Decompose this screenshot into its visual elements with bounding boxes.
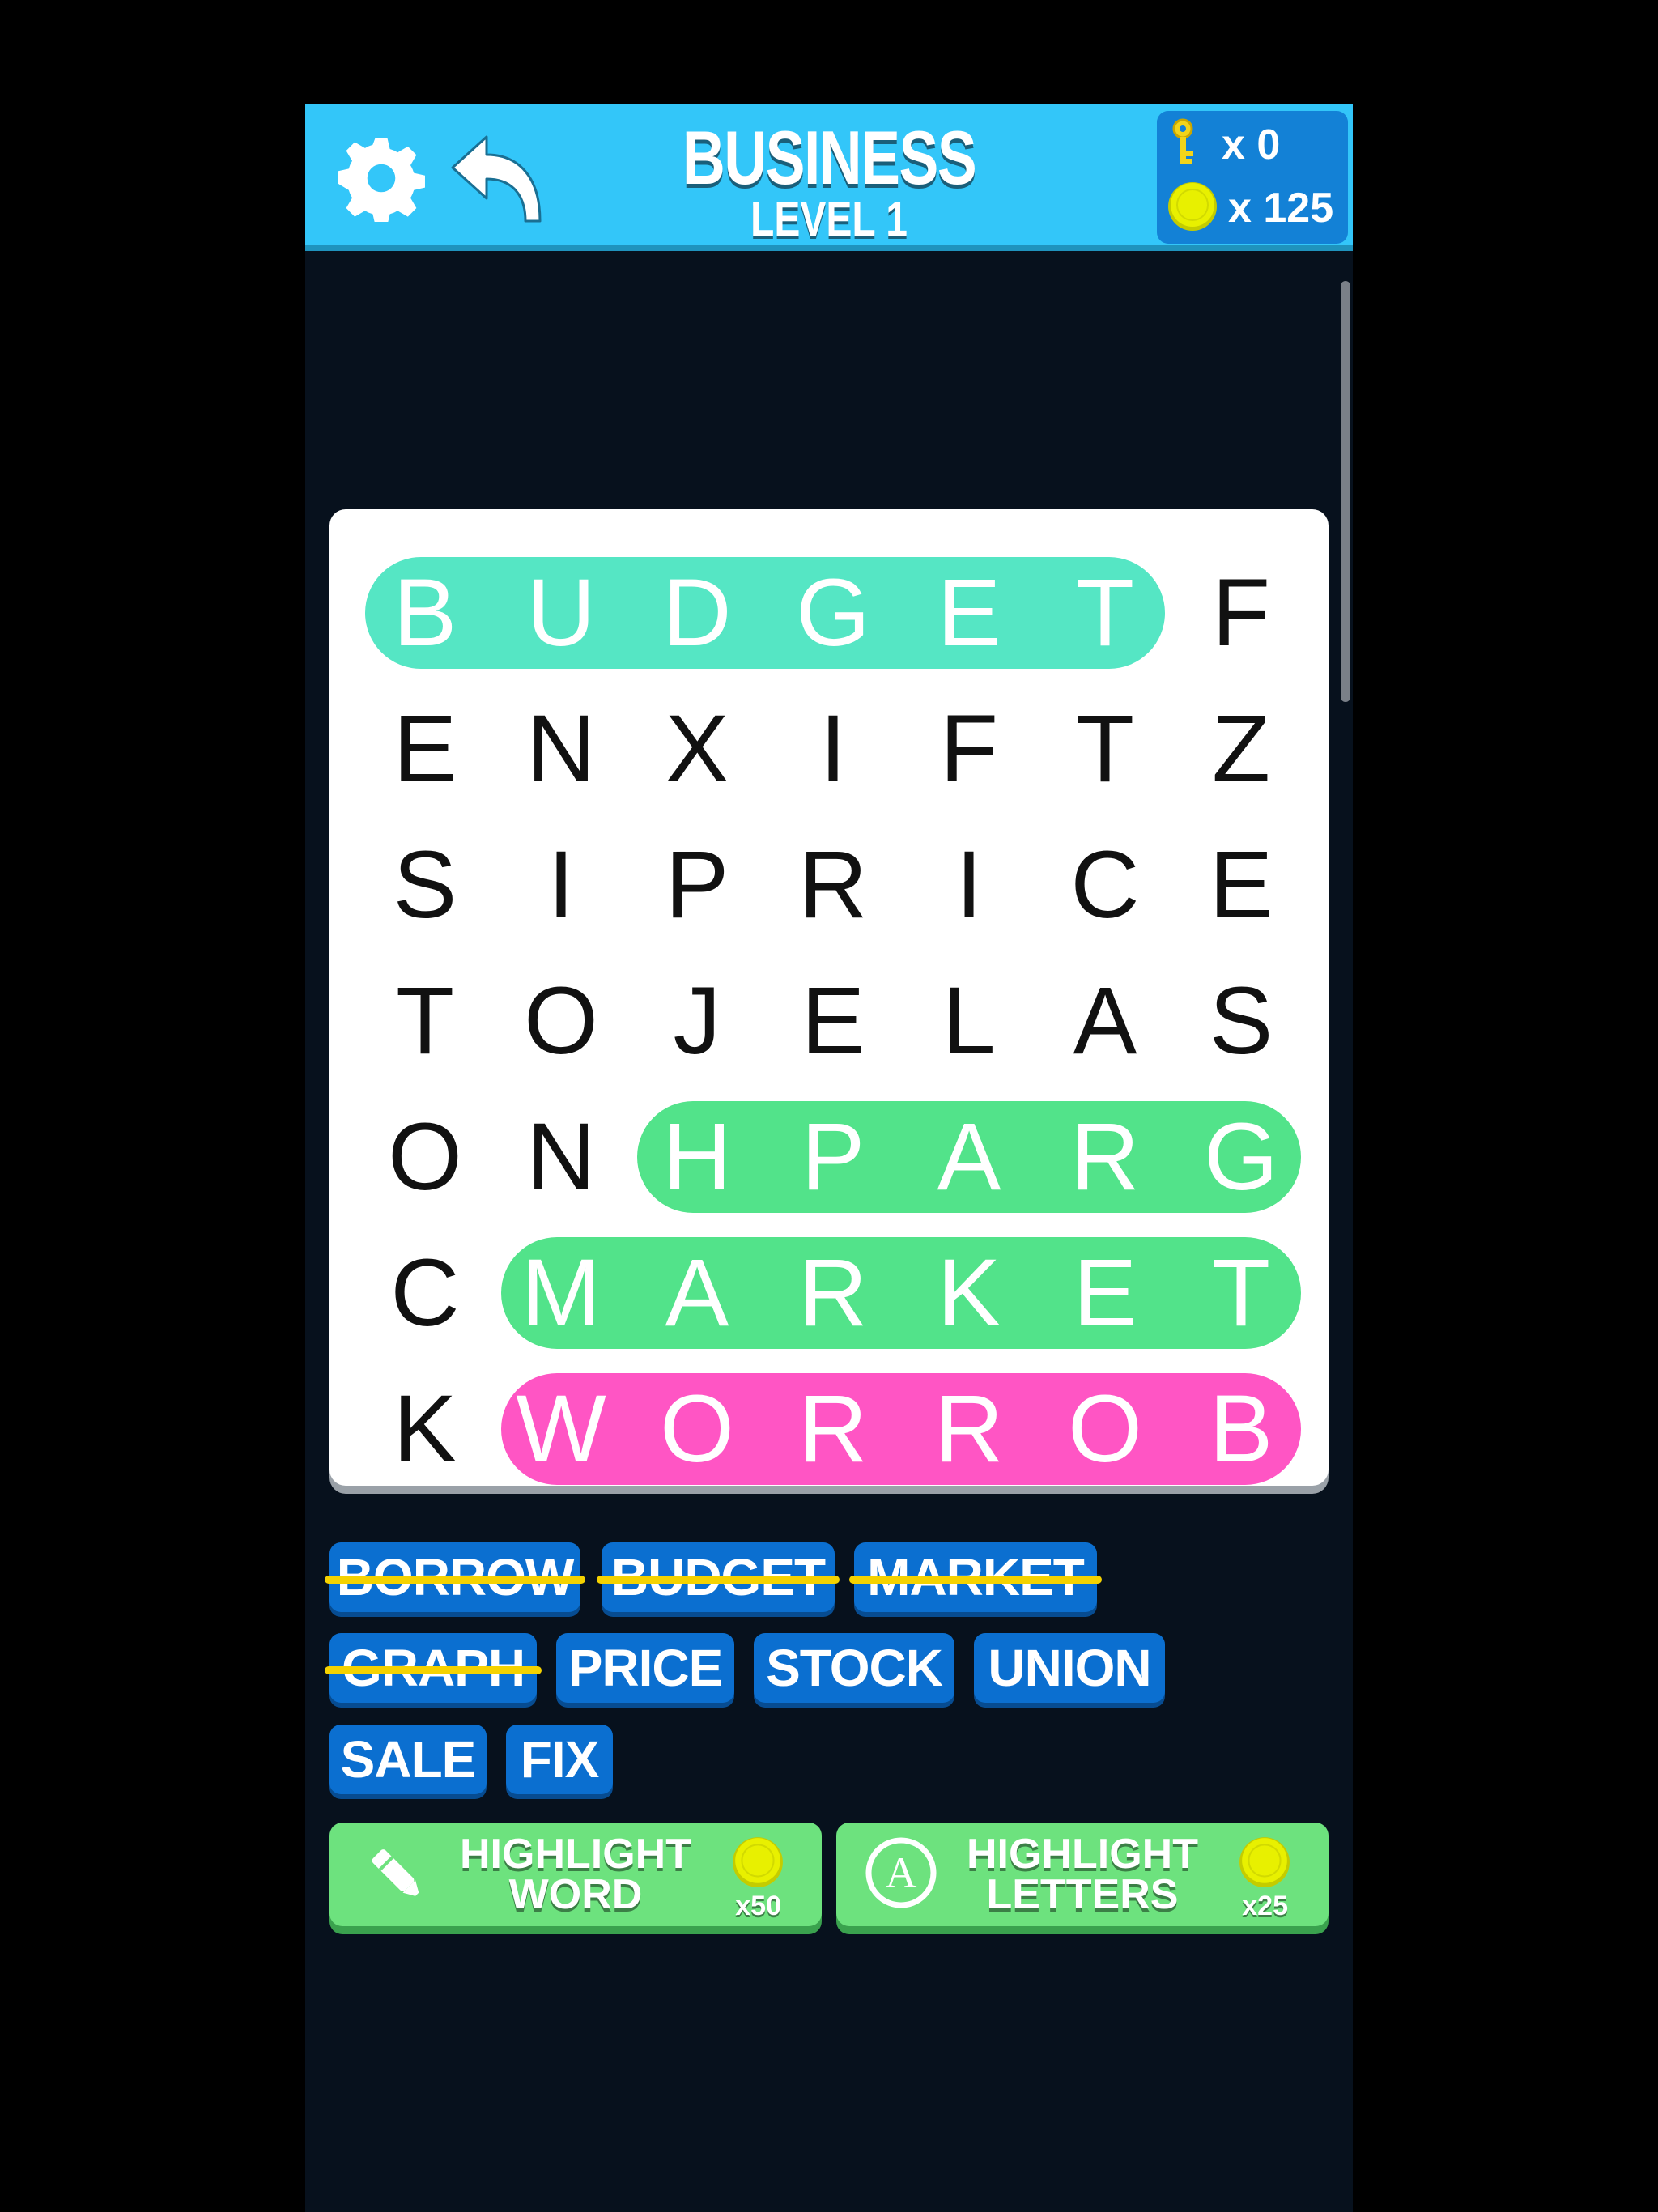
grid-letter[interactable]: W [493,1361,629,1497]
word-chip-label: PRICE [568,1639,724,1697]
top-bar: BUSINESS LEVEL 1 x 0 x 125 [305,104,1353,251]
level-label: LEVEL 1 [750,192,908,246]
grid-letter[interactable]: P [765,1089,901,1225]
key-icon [1167,117,1199,173]
grid-letter[interactable]: O [629,1361,765,1497]
grid-letter[interactable]: J [629,953,765,1089]
grid-letter[interactable]: S [357,817,493,953]
grid-letter[interactable]: H [629,1089,765,1225]
grid-letter[interactable]: X [629,681,765,817]
currency-panel: x 0 x 125 [1157,111,1348,244]
strikethrough-line [597,1576,840,1584]
grid-letter[interactable]: F [1173,545,1309,681]
grid-letter[interactable]: G [1173,1089,1309,1225]
word-chip: GRAPH [325,1633,542,1703]
grid-letter[interactable]: E [1173,817,1309,953]
coin-icon [731,1836,784,1893]
word-chip-label: FIX [520,1730,600,1789]
grid-letter[interactable]: U [493,545,629,681]
word-chip: SALE [329,1725,487,1794]
word-chip-label: UNION [988,1639,1151,1697]
game-screen: BUSINESS LEVEL 1 x 0 x 125 B U D G E T F… [305,104,1353,2212]
word-chip-label: SALE [340,1730,477,1789]
grid-letter[interactable]: Z [1173,681,1309,817]
grid-letter[interactable]: C [1037,817,1173,953]
grid-letter[interactable]: F [901,681,1037,817]
word-chip: BUDGET [597,1542,840,1612]
grid-letter[interactable]: G [765,545,901,681]
grid-letter[interactable]: B [1173,1361,1309,1497]
word-chip: MARKET [849,1542,1102,1612]
grid-letter[interactable]: I [493,817,629,953]
scrollbar[interactable] [1341,281,1350,702]
word-chip: PRICE [556,1633,734,1703]
grid-letter[interactable]: E [765,953,901,1089]
grid-letter[interactable]: A [1037,953,1173,1089]
category-title: BUSINESS [682,115,977,200]
keys-row: x 0 [1167,116,1280,174]
grid-letter[interactable]: P [629,817,765,953]
grid-letter[interactable]: I [765,681,901,817]
word-chip: FIX [506,1725,613,1794]
highlight-letters-button[interactable]: A HIGHLIGHT LETTERS x25 [836,1823,1329,1926]
grid-letter[interactable]: O [357,1089,493,1225]
grid-letter[interactable]: A [901,1089,1037,1225]
grid-letter[interactable]: R [1037,1089,1173,1225]
strikethrough-line [325,1666,542,1674]
word-chip: UNION [974,1633,1165,1703]
coin-icon [1238,1836,1291,1893]
word-chip: STOCK [754,1633,954,1703]
grid-letter[interactable]: B [357,545,493,681]
word-chip: BORROW [325,1542,585,1612]
grid-letter[interactable]: O [493,953,629,1089]
grid-letter[interactable]: N [493,1089,629,1225]
strikethrough-line [849,1576,1102,1584]
grid-letter[interactable]: E [357,681,493,817]
grid-letter[interactable]: R [765,1225,901,1361]
keys-count: x 0 [1222,121,1281,168]
highlight-word-cost: x50 [735,1891,781,1921]
highlight-letters-cost: x25 [1242,1891,1288,1921]
word-search-board[interactable]: BUDGETFENXIFTZSIPRICETOJELASONHPARGCMARK… [329,509,1329,1486]
grid-letter[interactable]: K [901,1225,1037,1361]
grid-letter[interactable]: R [901,1361,1037,1497]
grid-letter[interactable]: R [765,1361,901,1497]
grid-letter[interactable]: O [1037,1361,1173,1497]
grid-letter[interactable]: C [357,1225,493,1361]
grid-letter[interactable]: T [357,953,493,1089]
grid-letter[interactable]: T [1037,681,1173,817]
grid-letter[interactable]: T [1037,545,1173,681]
grid-letter[interactable]: N [493,681,629,817]
grid-letter[interactable]: E [901,545,1037,681]
strikethrough-line [325,1576,585,1584]
grid-letter[interactable]: K [357,1361,493,1497]
grid-letter[interactable]: I [901,817,1037,953]
coins-count: x 125 [1228,185,1334,232]
highlight-word-button[interactable]: HIGHLIGHT WORD x50 [329,1823,822,1926]
grid-letter[interactable]: R [765,817,901,953]
word-chip-label: STOCK [766,1639,943,1697]
grid-letter[interactable]: A [629,1225,765,1361]
grid-letter[interactable]: M [493,1225,629,1361]
grid-letter[interactable]: S [1173,953,1309,1089]
grid-letter[interactable]: T [1173,1225,1309,1361]
grid-letter[interactable]: L [901,953,1037,1089]
grid-letter[interactable]: E [1037,1225,1173,1361]
grid-letter[interactable]: D [629,545,765,681]
coins-row: x 125 [1167,179,1333,237]
coin-icon [1167,181,1218,236]
